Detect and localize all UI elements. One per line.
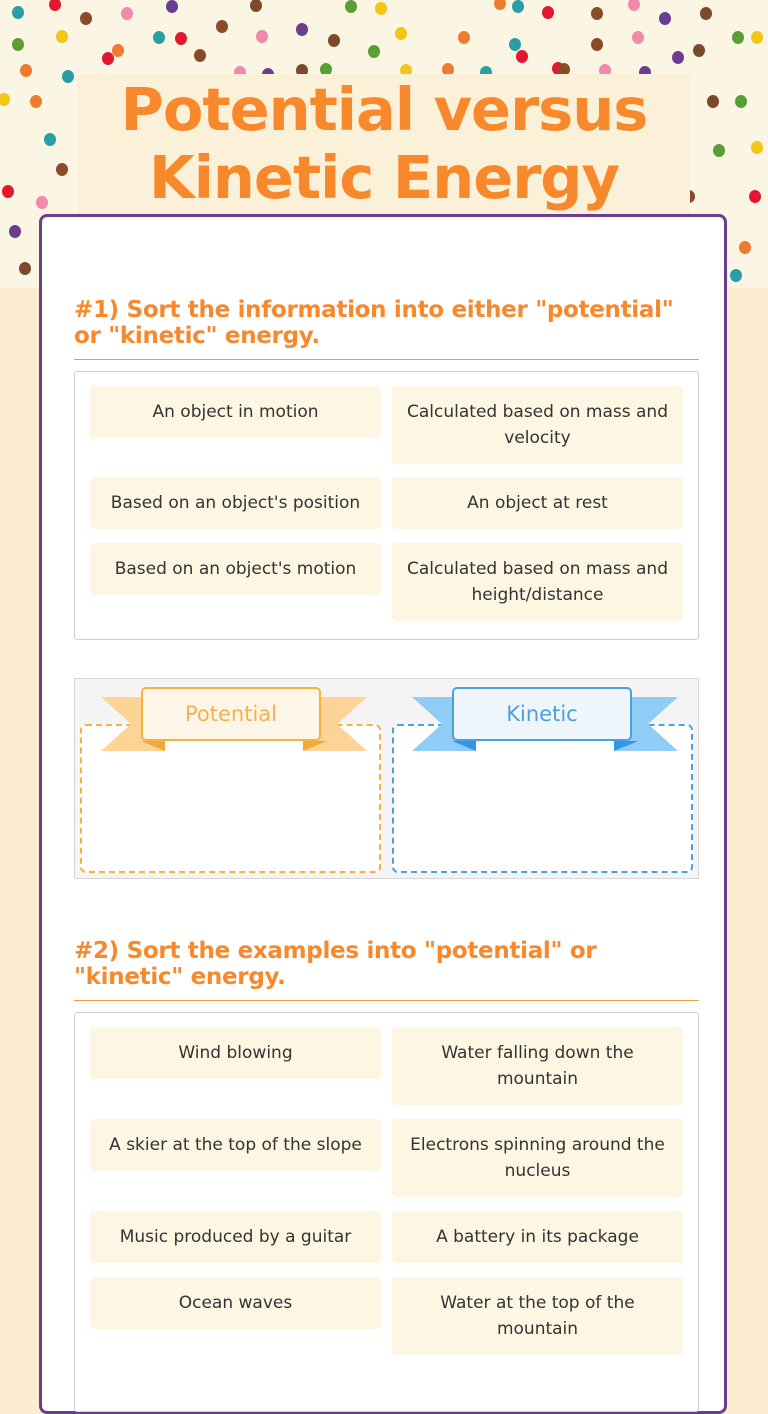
sort-area: Potential Kinetic [74,678,699,879]
confetti-dot [735,95,747,108]
confetti-dot [49,0,61,11]
confetti-dot [9,225,21,238]
confetti-dot [56,163,68,176]
confetti-dot [516,50,528,63]
confetti-dot [121,7,133,20]
confetti-dot [0,93,10,106]
page-title: Potential versus Kinetic Energy [78,76,690,212]
confetti-dot [216,20,228,33]
confetti-dot [707,95,719,108]
confetti-dot [175,32,187,45]
confetti-dot [345,0,357,13]
draggable-tile[interactable]: Water falling down the mountain [392,1027,683,1105]
confetti-dot [672,51,684,64]
draggable-tile[interactable]: Wind blowing [90,1027,381,1079]
section-1-tile-pool: An object in motion Calculated based on … [74,371,699,640]
confetti-dot [194,49,206,62]
confetti-dot [395,27,407,40]
confetti-dot [494,0,506,10]
confetti-dot [739,241,751,254]
kinetic-category-label: Kinetic [452,687,632,741]
draggable-tile[interactable]: Water at the top of the mountain [392,1277,683,1355]
confetti-dot [632,31,644,44]
draggable-tile[interactable]: Music produced by a guitar [90,1211,381,1263]
confetti-dot [512,0,524,13]
draggable-tile[interactable]: Calculated based on mass and height/dist… [392,543,683,621]
confetti-dot [659,12,671,25]
section-2-tile-pool: Wind blowing Water falling down the moun… [74,1012,699,1412]
confetti-dot [751,31,763,44]
section-2-divider [74,1000,699,1001]
draggable-tile[interactable]: A battery in its package [392,1211,683,1263]
confetti-dot [166,0,178,13]
confetti-dot [542,6,554,19]
section-1-heading: #1) Sort the information into either "po… [74,297,674,349]
confetti-dot [458,31,470,44]
worksheet-card: #1) Sort the information into either "po… [39,214,727,1414]
draggable-tile[interactable]: Based on an object's position [90,477,381,529]
confetti-dot [732,31,744,44]
confetti-dot [30,95,42,108]
confetti-dot [102,52,114,65]
confetti-dot [368,45,380,58]
confetti-dot [12,38,24,51]
potential-category-label: Potential [141,687,321,741]
draggable-tile[interactable]: A skier at the top of the slope [90,1119,381,1171]
title-line-2: Kinetic Energy [148,143,620,212]
confetti-dot [12,6,24,19]
confetti-dot [730,269,742,282]
confetti-dot [591,38,603,51]
confetti-dot [591,7,603,20]
confetti-dot [19,262,31,275]
confetti-dot [20,64,32,77]
confetti-dot [112,44,124,57]
confetti-dot [375,2,387,15]
confetti-dot [751,141,763,154]
draggable-tile[interactable]: Based on an object's motion [90,543,381,595]
title-line-1: Potential versus [120,75,649,144]
confetti-dot [44,133,56,146]
confetti-dot [80,12,92,25]
confetti-dot [328,34,340,47]
confetti-dot [296,23,308,36]
section-1-divider [74,359,699,360]
confetti-dot [62,70,74,83]
confetti-dot [509,38,521,51]
confetti-dot [713,144,725,157]
confetti-dot [628,0,640,11]
draggable-tile[interactable]: Ocean waves [90,1277,381,1329]
confetti-dot [36,196,48,209]
draggable-tile[interactable]: Electrons spinning around the nucleus [392,1119,683,1197]
confetti-dot [693,44,705,57]
confetti-dot [56,30,68,43]
confetti-dot [700,7,712,20]
confetti-dot [153,31,165,44]
draggable-tile[interactable]: An object in motion [90,386,381,438]
draggable-tile[interactable]: An object at rest [392,477,683,529]
draggable-tile[interactable]: Calculated based on mass and velocity [392,386,683,464]
confetti-dot [256,30,268,43]
confetti-dot [2,185,14,198]
confetti-dot [749,190,761,203]
section-2-heading: #2) Sort the examples into "potential" o… [74,938,597,990]
confetti-dot [250,0,262,12]
